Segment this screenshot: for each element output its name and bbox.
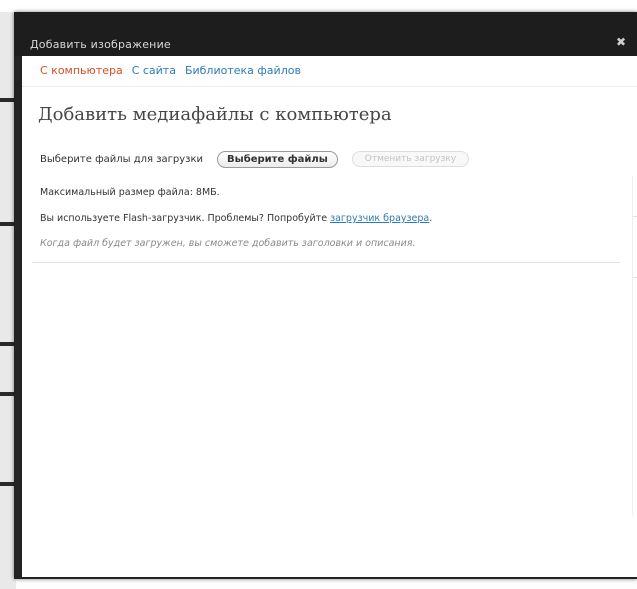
tab-from-computer[interactable]: С компьютера: [40, 64, 123, 82]
dialog-titlebar: Добавить изображение ✖: [14, 12, 637, 56]
media-tabs: С компьютера С сайта Библиотека файлов: [40, 64, 301, 82]
max-file-size-text: Максимальный размер файла: 8МБ.: [40, 187, 220, 198]
cancel-upload-button: Отменить загрузку: [351, 151, 470, 167]
dialog-title: Добавить изображение: [30, 38, 171, 51]
select-files-label: Выберите файлы для загрузки: [40, 153, 204, 165]
add-image-dialog: Добавить изображение ✖ С компьютера С са…: [14, 12, 637, 579]
content-divider: [32, 262, 620, 263]
scrollbar[interactable]: [632, 176, 637, 516]
page: Добавить изображение ✖ С компьютера С са…: [0, 0, 637, 589]
select-files-button[interactable]: Выберите файлы: [217, 150, 338, 168]
close-icon[interactable]: ✖: [615, 36, 627, 48]
flash-uploader-text: Вы используете Flash-загрузчик. Проблемы…: [40, 213, 331, 224]
flash-uploader-suffix: .: [429, 213, 433, 224]
upload-hint: Когда файл будет загружен, вы сможете до…: [40, 238, 416, 249]
browser-uploader-link[interactable]: загрузчик браузера: [330, 213, 429, 224]
tab-from-url[interactable]: С сайта: [132, 64, 176, 82]
backdrop-top: [0, 0, 637, 12]
scrollbar-thumb[interactable]: [633, 216, 637, 278]
file-select-row: Выберите файлы для загрузки Выберите фай…: [40, 149, 470, 169]
flash-uploader-notice: Вы используете Flash-загрузчик. Проблемы…: [40, 213, 432, 224]
tabs-divider: [22, 86, 637, 87]
dialog-content: С компьютера С сайта Библиотека файлов Д…: [22, 56, 637, 577]
page-title: Добавить медиафайлы с компьютера: [38, 104, 392, 125]
tab-media-library[interactable]: Библиотека файлов: [185, 64, 301, 82]
